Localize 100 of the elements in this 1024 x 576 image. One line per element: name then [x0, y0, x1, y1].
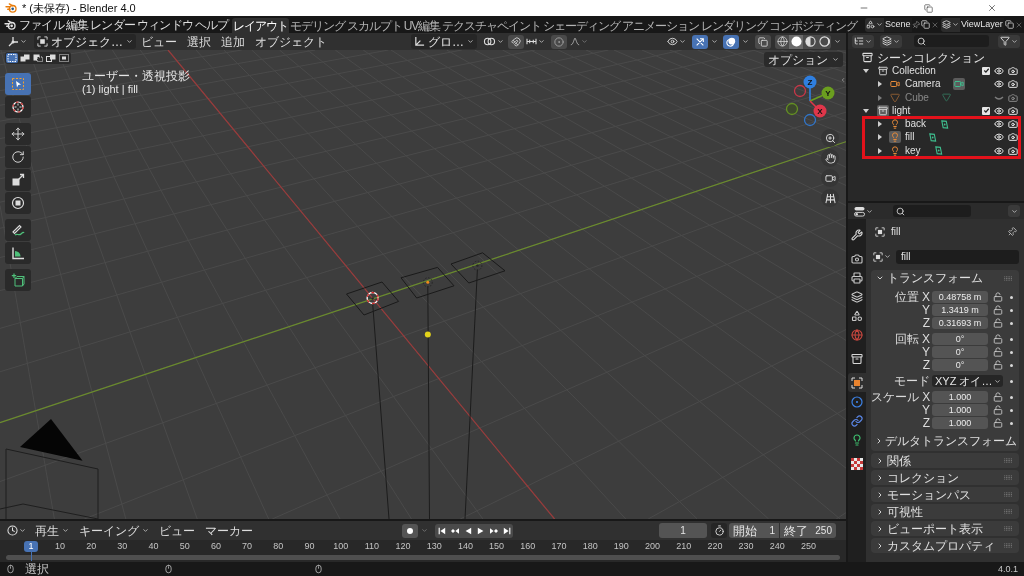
workspace-tab[interactable]: UV編集 [402, 18, 442, 33]
mode-dropdown[interactable]: オブジェク… [34, 34, 136, 49]
tree-item-label[interactable]: Collection [892, 65, 936, 76]
filter-dropdown[interactable] [998, 34, 1020, 48]
camera-icon[interactable] [1008, 132, 1018, 143]
keyframe-dot-icon[interactable] [1010, 350, 1013, 354]
disclosure-triangle-icon[interactable] [877, 134, 883, 141]
camera-icon[interactable] [1008, 79, 1018, 90]
view-layer-name-field[interactable]: ViewLayer [960, 17, 1004, 32]
chevron-right-icon[interactable] [876, 541, 884, 550]
chevron-right-icon[interactable] [876, 490, 884, 499]
menu-dropdown[interactable]: キーイング [76, 523, 152, 538]
selection-mode-button[interactable] [45, 53, 57, 63]
name-field[interactable]: fill [896, 249, 1019, 264]
3d-viewport[interactable]: ユーザー・透視投影 (1) light | fill オプション Z Y X [0, 50, 846, 519]
keyframe-dot-icon[interactable] [1010, 379, 1013, 383]
checkbox[interactable] [982, 106, 990, 115]
keyframe-dot-icon[interactable] [1010, 421, 1013, 425]
scene-name-field[interactable]: Scene [884, 17, 912, 32]
section-title[interactable]: カスタムプロパティ [887, 539, 995, 552]
editor-type-button[interactable] [852, 204, 875, 218]
menu-item[interactable]: ファイル [18, 17, 65, 32]
shading-mode-button[interactable] [789, 34, 803, 49]
tool-button[interactable] [5, 123, 31, 145]
stopwatch-button[interactable] [711, 523, 727, 538]
chevron-down-icon[interactable] [876, 274, 884, 282]
menu-item[interactable]: ヘルプ [194, 17, 230, 32]
tree-item-label[interactable]: fill [905, 132, 915, 143]
camera-icon[interactable] [1008, 119, 1018, 130]
disclosure-triangle-icon[interactable] [877, 81, 883, 88]
orientation-dropdown[interactable]: グロ… [411, 34, 477, 49]
workspace-tab[interactable]: シェーディング [542, 18, 622, 33]
open-lock-icon[interactable] [993, 347, 1003, 357]
disclosure-triangle-icon[interactable] [877, 121, 883, 128]
light-outline[interactable] [346, 281, 400, 316]
disclosure-triangle-icon[interactable] [877, 147, 883, 154]
camera-icon[interactable] [1008, 65, 1018, 76]
menu-item[interactable]: 追加 [216, 35, 250, 48]
eye-icon[interactable] [994, 145, 1004, 156]
selection-mode-button[interactable] [19, 53, 31, 63]
eye-icon[interactable] [994, 132, 1004, 143]
options-dropdown[interactable]: オプション [764, 52, 843, 67]
section-title[interactable]: モーションパス [887, 488, 971, 501]
overlay-toggle[interactable] [723, 34, 739, 49]
close-icon[interactable] [931, 20, 939, 29]
light-outline[interactable] [400, 266, 455, 299]
section-title[interactable]: デルタトランスフォーム [885, 435, 1017, 447]
menu-item[interactable]: ビュー [136, 35, 182, 48]
view-layer-dropdown[interactable] [880, 34, 902, 48]
section-title[interactable]: コレクション [887, 471, 959, 484]
menu-item[interactable]: マーカー [202, 523, 256, 538]
disclosure-triangle-icon[interactable] [863, 107, 869, 114]
gizmo-toggle[interactable] [692, 34, 708, 49]
drag-handle-icon[interactable] [1004, 526, 1013, 531]
display-mode-dropdown[interactable] [852, 34, 874, 48]
snap-toggle[interactable] [508, 34, 524, 49]
open-lock-icon[interactable] [993, 334, 1003, 344]
number-field[interactable]: 0.48758 m [932, 291, 988, 303]
number-field[interactable]: 1.000 [932, 391, 988, 403]
menu-item[interactable]: ウィンドウ [136, 17, 195, 32]
number-field[interactable]: 0° [932, 333, 988, 345]
drag-handle-icon[interactable] [1004, 458, 1013, 463]
auto-keying-button[interactable] [402, 523, 418, 538]
number-field[interactable]: 0° [932, 346, 988, 358]
checkbox[interactable] [982, 66, 990, 75]
search-field[interactable] [893, 205, 971, 217]
tool-button[interactable] [5, 269, 31, 291]
number-field[interactable]: 1.3419 m [932, 304, 988, 316]
section-title[interactable]: 関係 [887, 454, 911, 467]
tool-button[interactable] [5, 146, 31, 168]
workspace-tab[interactable]: スカルプト [345, 18, 403, 33]
mode-dropdown[interactable]: XYZ オイ… [932, 375, 1003, 387]
number-field[interactable]: 0° [932, 359, 988, 371]
selection-mode-button[interactable] [58, 53, 70, 63]
tool-button[interactable] [5, 96, 31, 118]
workspace-tab[interactable]: レイアウト [231, 18, 289, 33]
zoom-button[interactable] [821, 129, 839, 147]
menu-dropdown[interactable]: 再生 [32, 523, 72, 538]
menu-item[interactable]: レンダー [89, 17, 137, 32]
open-lock-icon[interactable] [993, 360, 1003, 370]
menu-item[interactable]: 編集 [64, 17, 90, 32]
keyframe-dot-icon[interactable] [1010, 408, 1013, 412]
shading-mode-button[interactable] [803, 34, 817, 49]
drag-handle-icon[interactable] [1004, 509, 1013, 514]
negative-axis-handle[interactable] [793, 84, 807, 98]
negative-axis-handle[interactable] [785, 102, 799, 116]
tree-item-label[interactable]: back [905, 119, 927, 130]
camera-view-button[interactable] [821, 169, 839, 187]
workspace-tab[interactable]: コンポジティング [768, 18, 859, 33]
chevron-right-icon[interactable] [876, 473, 884, 482]
scene-dropdown[interactable] [865, 17, 884, 32]
view-layer-dropdown[interactable] [941, 17, 960, 32]
drag-handle-icon[interactable] [1004, 543, 1013, 548]
current-frame-field[interactable]: 1 [659, 523, 707, 538]
menu-item[interactable]: ビュー [156, 523, 198, 538]
camera-icon[interactable] [1008, 145, 1018, 156]
tree-item-label[interactable]: light [892, 105, 911, 116]
section-title[interactable]: ビューポート表示 [887, 522, 983, 535]
workspace-tab[interactable]: レンダリング [700, 18, 769, 33]
shading-mode-button[interactable] [775, 34, 789, 49]
